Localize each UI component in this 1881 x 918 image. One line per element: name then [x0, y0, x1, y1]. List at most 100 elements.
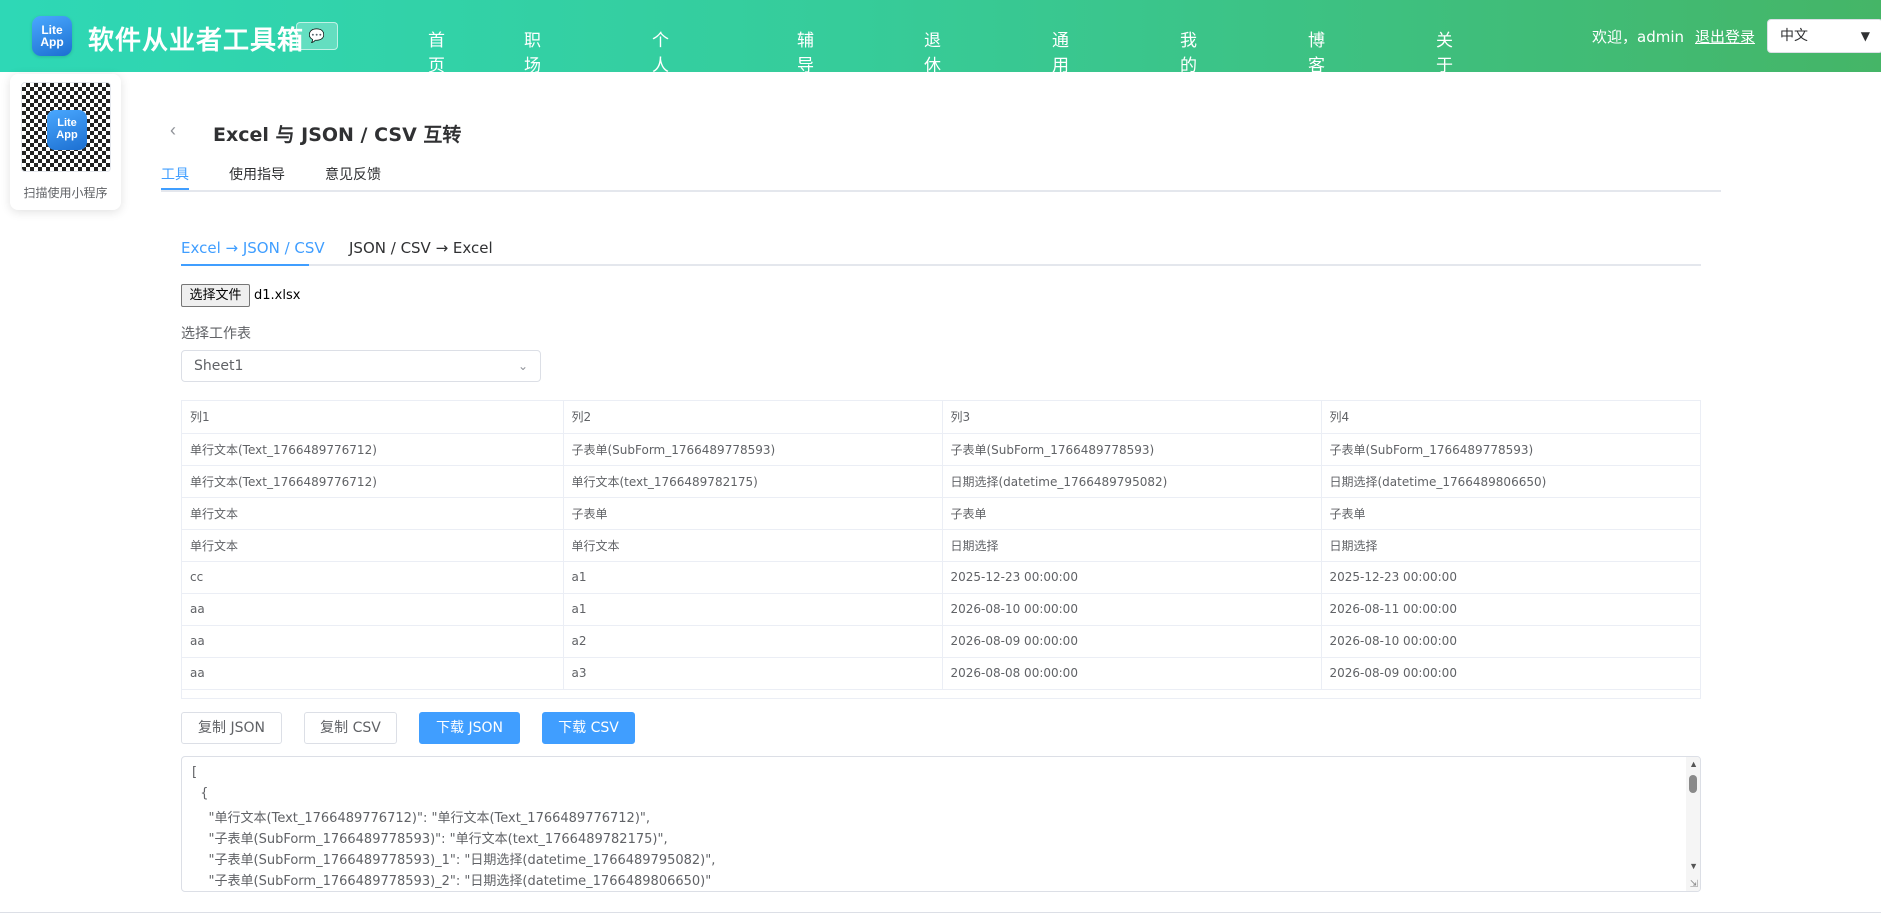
table-cell: a1: [563, 593, 943, 626]
table-cell: 2026-08-10 00:00:00: [1321, 625, 1700, 658]
table-cell: 2026-08-10 00:00:00: [942, 593, 1322, 626]
tab-guide[interactable]: 使用指导: [229, 164, 285, 184]
download-json-button[interactable]: 下载 JSON: [419, 712, 520, 744]
table-cell: 单行文本(Text_1766489776712): [182, 433, 564, 466]
copy-csv-button[interactable]: 复制 CSV: [304, 712, 397, 744]
table-cell: 单行文本(text_1766489782175): [563, 465, 943, 498]
output-line: [: [192, 765, 198, 780]
nav-item-homework[interactable]: 辅导作业: [797, 26, 814, 126]
table-row: 单行文本 单行文本 日期选择 日期选择: [182, 529, 1700, 562]
table-cell: 子表单(SubForm_1766489778593): [563, 433, 943, 466]
tab-excel-to-json-csv[interactable]: Excel → JSON / CSV: [181, 239, 325, 257]
table-cell: 列1: [182, 401, 564, 434]
nav-item-career-prep[interactable]: 职场准备: [524, 26, 541, 126]
table-cell: 日期选择(datetime_1766489795082): [942, 465, 1322, 498]
table-row: aa a3 2026-08-08 00:00:00 2026-08-09 00:00:…: [182, 657, 1700, 690]
table-cell: 列2: [563, 401, 943, 434]
sheet-select-value: Sheet1: [194, 358, 244, 374]
top-header: Lite App 软件从业者工具箱 💬 首页 职场准备 个人开发者 辅导作业 退…: [0, 0, 1881, 151]
table-cell: 子表单: [1321, 497, 1700, 530]
table-cell: a2: [563, 625, 943, 658]
qr-logo-line1: Lite: [57, 117, 77, 129]
table-cell: 单行文本: [182, 497, 564, 530]
table-cell: 日期选择: [1321, 529, 1700, 562]
table-cell: 2026-08-11 00:00:00: [1321, 593, 1700, 626]
table-cell: 子表单: [942, 497, 1322, 530]
output-line: "子表单(SubForm_1766489778593)_1": "日期选择(da…: [192, 853, 716, 868]
table-cell: aa: [182, 593, 564, 626]
table-cell: 2025-12-23 00:00:00: [1321, 561, 1700, 594]
table-row: cc a1 2025-12-23 00:00:00 2025-12-23 00:00:…: [182, 561, 1700, 594]
table-cell: 列4: [1321, 401, 1700, 434]
sheet-select[interactable]: Sheet1 ⌄: [181, 350, 541, 382]
table-cell: 单行文本: [182, 529, 564, 562]
json-output-textarea[interactable]: [ { "单行文本(Text_1766489776712)": "单行文本(Te…: [181, 756, 1701, 892]
table-cell: cc: [182, 561, 564, 594]
page-title: Excel 与 JSON / CSV 互转: [213, 124, 462, 146]
table-header-row: 列1 列2 列3 列4: [182, 401, 1700, 434]
chevron-down-icon: ⌄: [517, 359, 528, 373]
active-tab-indicator: [161, 188, 189, 190]
output-scrollbar[interactable]: ▲ ▼: [1686, 757, 1700, 891]
choose-file-button[interactable]: 选择文件: [181, 284, 250, 307]
nav-item-home[interactable]: 首页: [428, 26, 445, 76]
qr-logo-line2: App: [56, 129, 78, 141]
scroll-down-icon[interactable]: ▼: [1689, 861, 1698, 871]
table-cell: 日期选择(datetime_1766489806650): [1321, 465, 1700, 498]
scroll-up-icon[interactable]: ▲: [1689, 759, 1698, 769]
nav-item-blog[interactable]: 博客文章: [1308, 26, 1325, 126]
table-row: 单行文本(Text_1766489776712) 子表单(SubForm_1766…: [182, 433, 1700, 466]
table-cell: 2026-08-08 00:00:00: [942, 657, 1322, 690]
table-row: aa a1 2026-08-10 00:00:00 2026-08-11 00:00:…: [182, 593, 1700, 626]
table-row: aa a2 2026-08-09 00:00:00 2026-08-10 00:00:…: [182, 625, 1700, 658]
language-select[interactable]: 中文 ▼: [1767, 19, 1881, 53]
table-cell: 2025-12-23 00:00:00: [942, 561, 1322, 594]
logout-link[interactable]: 退出登录: [1695, 26, 1755, 47]
qr-logo: Lite App: [47, 110, 87, 150]
copy-json-button[interactable]: 复制 JSON: [181, 712, 282, 744]
nav-item-retirement[interactable]: 退休生活: [924, 26, 941, 126]
active-subtab-indicator: [181, 264, 309, 266]
logo-text-line2: App: [40, 35, 64, 49]
preview-table[interactable]: 列1 列2 列3 列4 单行文本(Text_1766489776712) 子表单(SubF…: [181, 400, 1701, 699]
language-value: 中文: [1780, 28, 1808, 44]
tab-feedback[interactable]: 意见反馈: [325, 164, 381, 184]
nav-item-indie-dev[interactable]: 个人开发者: [652, 26, 669, 151]
table-cell: 2026-08-09 00:00:00: [1321, 657, 1700, 690]
table-cell: 单行文本: [563, 529, 943, 562]
table-cell: a3: [563, 657, 943, 690]
chat-bubble-icon[interactable]: 💬: [296, 22, 338, 50]
output-line: "单行文本(Text_1766489776712)": "单行文本(Text_1…: [192, 811, 651, 826]
chevron-left-icon[interactable]: ‹: [170, 120, 176, 141]
table-cell: a1: [563, 561, 943, 594]
table-cell: 子表单(SubForm_1766489778593): [942, 433, 1322, 466]
page-tabs: 工具 使用指导 意见反馈: [161, 160, 1721, 192]
nav-item-favorites[interactable]: 我的收藏: [1180, 26, 1197, 126]
app-logo[interactable]: Lite App: [32, 16, 72, 56]
brand-title[interactable]: 软件从业者工具箱: [88, 20, 304, 57]
qr-label: 扫描使用小程序: [23, 186, 108, 200]
chevron-down-icon: ▼: [1860, 29, 1870, 43]
download-csv-button[interactable]: 下载 CSV: [542, 712, 635, 744]
tab-tool[interactable]: 工具: [161, 164, 189, 184]
nav-item-about[interactable]: 关于我们: [1436, 26, 1453, 126]
table-cell: 2026-08-09 00:00:00: [942, 625, 1322, 658]
table-row: 单行文本(Text_1766489776712) 单行文本(text_176648…: [182, 465, 1700, 498]
nav-item-general-tools[interactable]: 通用工具: [1052, 26, 1069, 126]
table-cell: 列3: [942, 401, 1322, 434]
table-cell: aa: [182, 657, 564, 690]
table-cell: 单行文本(Text_1766489776712): [182, 465, 564, 498]
welcome-text: 欢迎，admin: [1592, 28, 1684, 46]
mini-program-qr-card: Lite App 扫描使用小程序: [10, 74, 121, 210]
table-cell: 子表单: [563, 497, 943, 530]
table-cell: 子表单(SubForm_1766489778593): [1321, 433, 1700, 466]
resize-handle-icon[interactable]: ⇲: [1690, 879, 1698, 890]
output-line: "子表单(SubForm_1766489778593)": "单行文本(text…: [192, 832, 668, 847]
scroll-thumb[interactable]: [1689, 775, 1697, 793]
output-line: {: [192, 786, 209, 801]
table-cell: 日期选择: [942, 529, 1322, 562]
conversion-tabs: Excel → JSON / CSV JSON / CSV → Excel: [181, 236, 1701, 266]
tab-json-csv-to-excel[interactable]: JSON / CSV → Excel: [349, 239, 493, 257]
table-row: 单行文本 子表单 子表单 子表单: [182, 497, 1700, 530]
selected-file-name: d1.xlsx: [254, 288, 301, 303]
